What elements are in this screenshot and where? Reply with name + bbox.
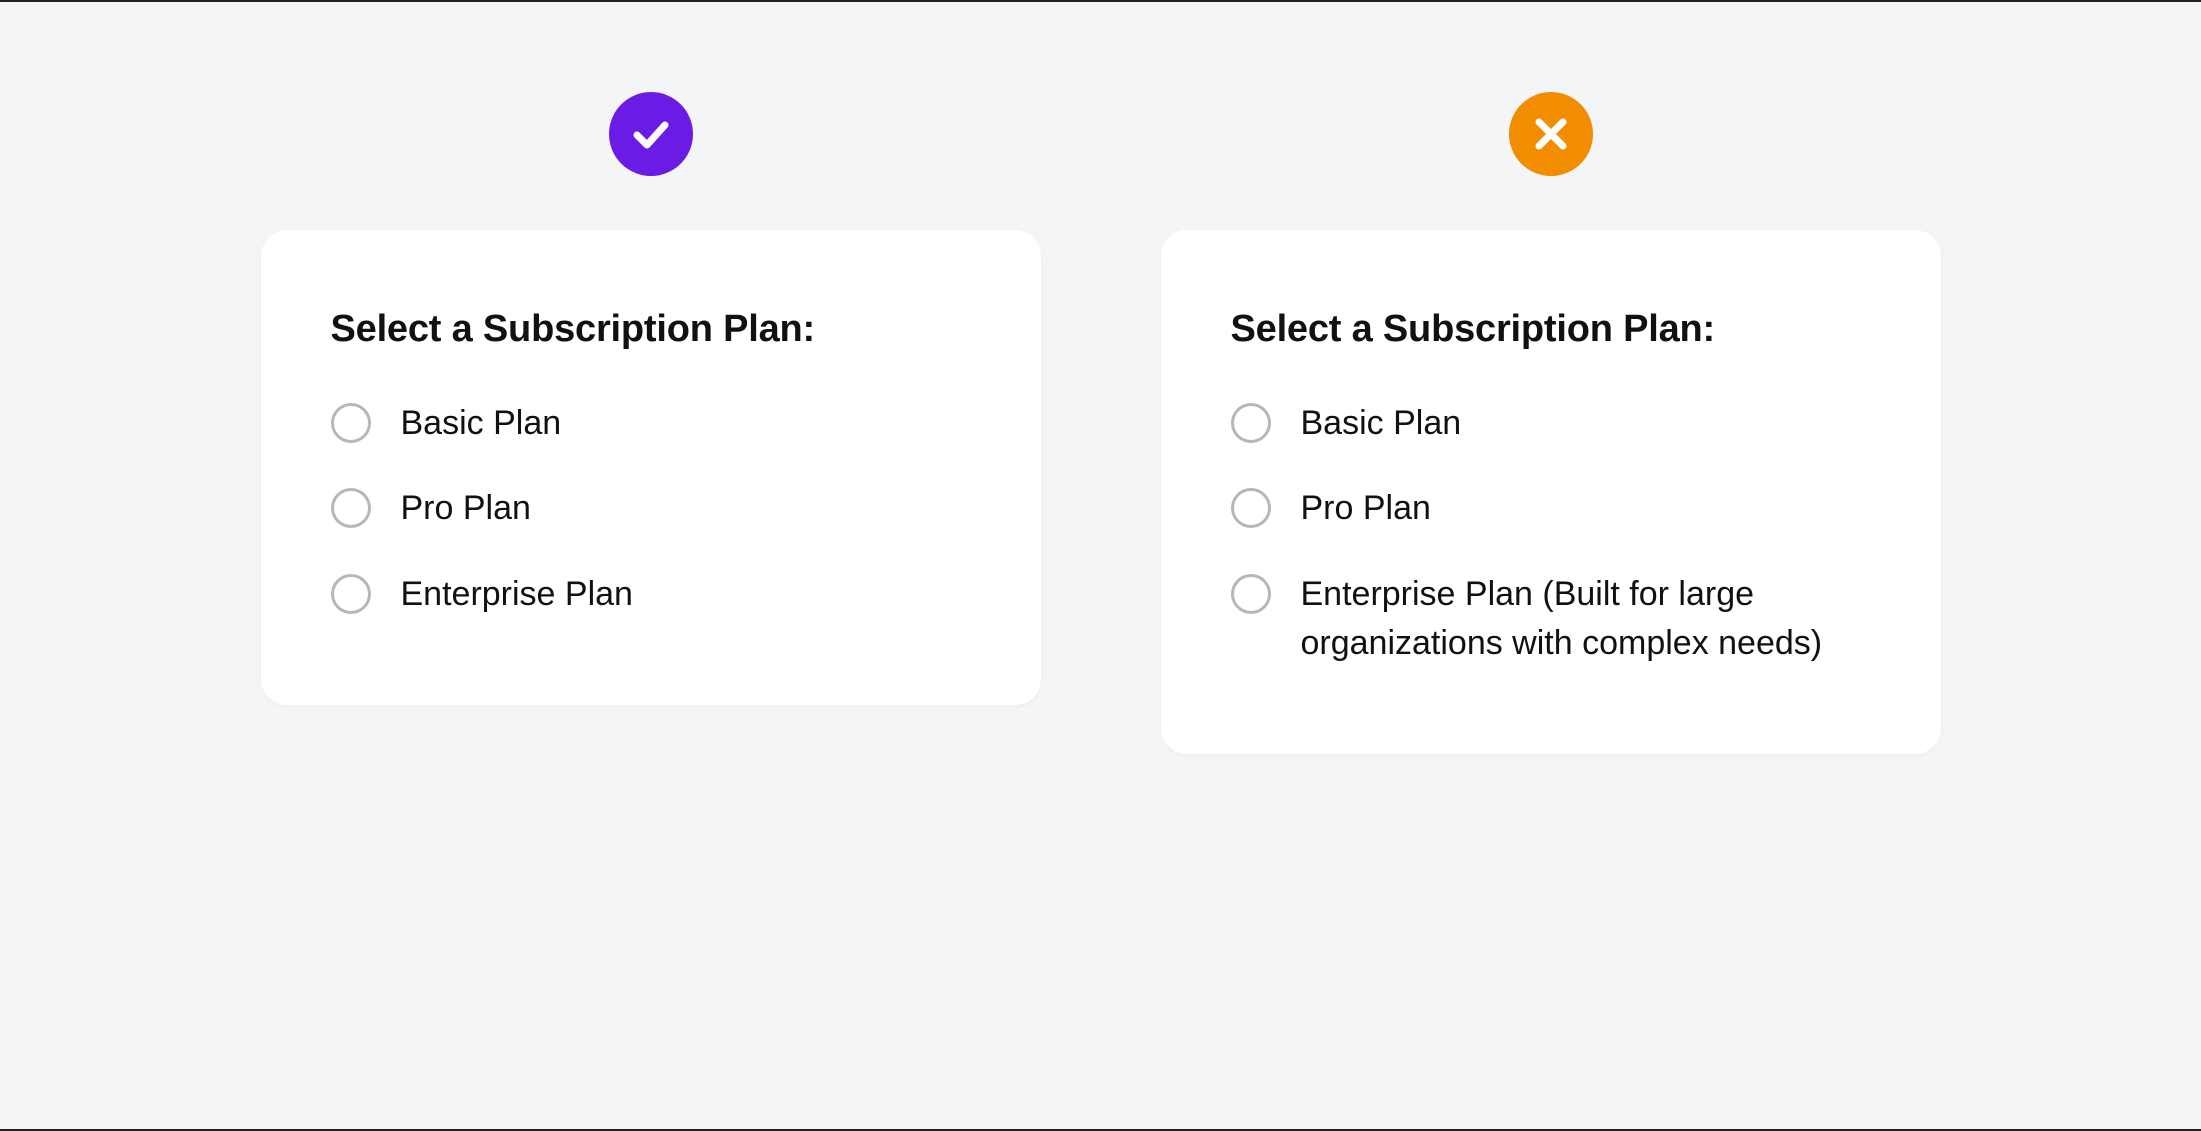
radio-option-enterprise[interactable]: Enterprise Plan (Built for large organiz… xyxy=(1231,570,1871,669)
good-options: Basic Plan Pro Plan Enterprise Plan xyxy=(331,399,971,619)
option-label: Basic Plan xyxy=(1301,399,1462,448)
bad-card-title: Select a Subscription Plan: xyxy=(1231,308,1871,351)
radio-icon xyxy=(1231,574,1271,614)
radio-icon xyxy=(331,574,371,614)
good-card-title: Select a Subscription Plan: xyxy=(331,308,971,351)
cross-icon xyxy=(1529,112,1573,156)
checkmark-badge xyxy=(609,92,693,176)
bad-example: Select a Subscription Plan: Basic Plan P… xyxy=(1161,92,1941,754)
radio-option-enterprise[interactable]: Enterprise Plan xyxy=(331,570,971,619)
radio-icon xyxy=(331,488,371,528)
option-label: Enterprise Plan xyxy=(401,570,633,619)
option-label: Pro Plan xyxy=(1301,484,1431,533)
radio-icon xyxy=(331,403,371,443)
checkmark-icon xyxy=(627,110,675,158)
good-example: Select a Subscription Plan: Basic Plan P… xyxy=(261,92,1041,705)
radio-option-pro[interactable]: Pro Plan xyxy=(1231,484,1871,533)
radio-option-basic[interactable]: Basic Plan xyxy=(1231,399,1871,448)
bad-options: Basic Plan Pro Plan Enterprise Plan (Bui… xyxy=(1231,399,1871,668)
cross-badge xyxy=(1509,92,1593,176)
good-card: Select a Subscription Plan: Basic Plan P… xyxy=(261,230,1041,705)
comparison-stage: Select a Subscription Plan: Basic Plan P… xyxy=(0,2,2201,1129)
bad-card: Select a Subscription Plan: Basic Plan P… xyxy=(1161,230,1941,754)
radio-icon xyxy=(1231,488,1271,528)
option-label: Pro Plan xyxy=(401,484,531,533)
radio-option-basic[interactable]: Basic Plan xyxy=(331,399,971,448)
radio-option-pro[interactable]: Pro Plan xyxy=(331,484,971,533)
option-label: Basic Plan xyxy=(401,399,562,448)
radio-icon xyxy=(1231,403,1271,443)
option-label: Enterprise Plan (Built for large organiz… xyxy=(1301,570,1861,669)
